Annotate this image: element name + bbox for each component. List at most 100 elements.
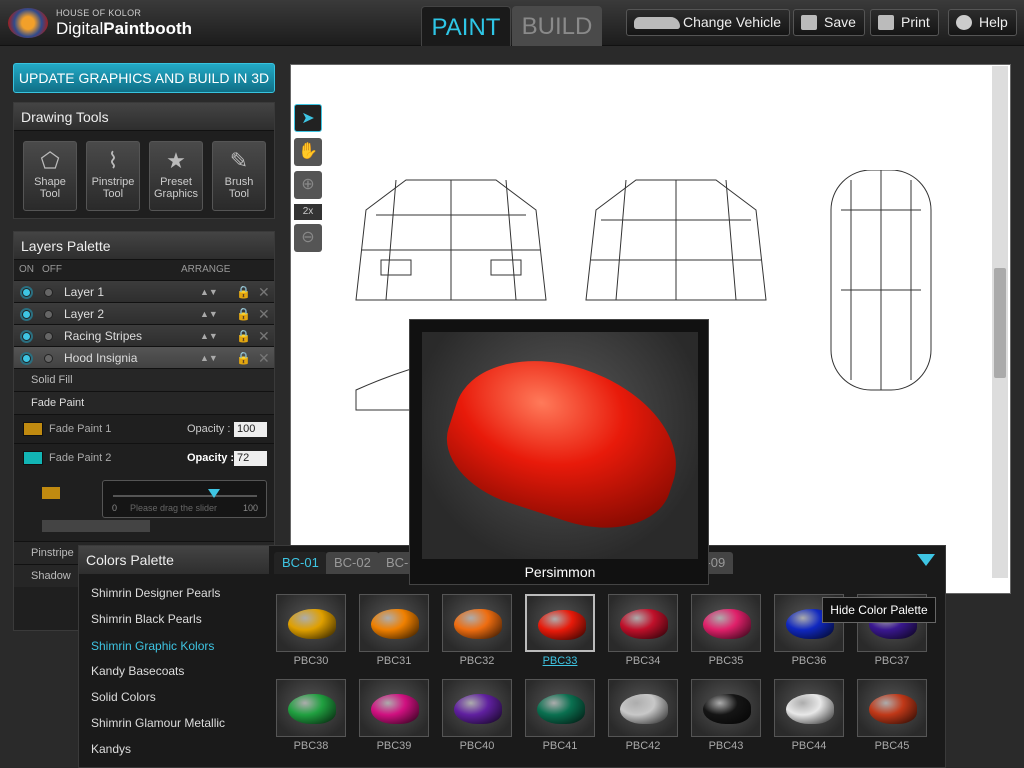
layer-on-radio[interactable] — [22, 288, 31, 297]
star-icon: ★ — [166, 148, 186, 173]
slider-handle[interactable] — [208, 489, 220, 498]
color-swatch[interactable] — [608, 679, 678, 737]
update-graphics-button[interactable]: UPDATE GRAPHICS AND BUILD IN 3D — [13, 63, 275, 93]
fade-paint-1-row[interactable]: Fade Paint 1 Opacity : 100 — [14, 414, 274, 443]
paint-sample-shape — [288, 609, 336, 639]
paint-sample-shape — [620, 609, 668, 639]
layer-off-radio[interactable] — [44, 288, 53, 297]
lock-icon[interactable]: 🔒 — [236, 347, 251, 369]
opacity-input[interactable]: 100 — [234, 422, 267, 437]
car-icon — [634, 17, 680, 29]
color-swatch[interactable] — [442, 679, 512, 737]
layer-row[interactable]: Racing Stripes ▲▼ 🔒 ✕ — [14, 324, 274, 346]
lock-icon[interactable]: 🔒 — [236, 303, 251, 325]
drawing-tools-panel: Drawing Tools ⬠ Shape Tool ⌇ Pinstripe Tool … — [13, 102, 275, 219]
scrollbar-thumb[interactable] — [994, 268, 1006, 378]
preset-graphics-button[interactable]: ★ Preset Graphics — [149, 141, 203, 211]
colors-palette-title: Colors Palette — [79, 546, 269, 574]
save-button[interactable]: Save — [793, 9, 865, 36]
layer-row[interactable]: Layer 1 ▲▼ 🔒 ✕ — [14, 280, 274, 302]
color-swatch[interactable] — [359, 594, 429, 652]
fade-1-swatch[interactable] — [23, 422, 43, 436]
emblem-icon — [8, 8, 48, 38]
color-preview-popup: Persimmon — [409, 319, 709, 585]
arrange-icon[interactable]: ▲▼ — [200, 325, 218, 347]
print-button[interactable]: Print — [870, 9, 939, 36]
category-item[interactable]: Shimrin Black Pearls — [91, 612, 202, 626]
color-swatch[interactable] — [525, 679, 595, 737]
zoom-in-icon: ⊕ — [301, 176, 315, 193]
category-item-selected[interactable]: Shimrin Graphic Kolors — [91, 639, 214, 653]
color-swatch[interactable] — [608, 594, 678, 652]
help-button[interactable]: Help — [948, 9, 1017, 36]
arrange-icon[interactable]: ▲▼ — [200, 303, 218, 325]
layer-row[interactable]: Layer 2 ▲▼ 🔒 ✕ — [14, 302, 274, 324]
color-swatch-label: PBC37 — [874, 655, 910, 667]
category-item[interactable]: Shimrin Designer Pearls — [91, 586, 220, 600]
pinstripe-tool-button[interactable]: ⌇ Pinstripe Tool — [86, 141, 140, 211]
layer-on-radio[interactable] — [22, 354, 31, 363]
layers-title: Layers Palette — [14, 232, 274, 260]
arrange-icon[interactable]: ▲▼ — [200, 281, 218, 303]
color-swatch-label: PBC33 — [542, 655, 578, 667]
change-vehicle-button[interactable]: Change Vehicle — [626, 9, 791, 36]
paint-sample-shape — [703, 609, 751, 639]
color-swatch[interactable] — [857, 679, 927, 737]
lock-icon[interactable]: 🔒 — [236, 281, 251, 303]
gradient-stop[interactable] — [42, 487, 60, 499]
color-swatch-label: PBC31 — [376, 655, 412, 667]
color-swatch[interactable] — [442, 594, 512, 652]
zoom-out-button[interactable]: ⊖ — [294, 224, 322, 252]
color-swatch[interactable] — [525, 594, 595, 652]
tab-paint[interactable]: PAINT — [421, 6, 511, 46]
lock-icon[interactable]: 🔒 — [236, 325, 251, 347]
color-swatch[interactable] — [359, 679, 429, 737]
fade-2-swatch[interactable] — [23, 451, 43, 465]
drawing-tools-title: Drawing Tools — [14, 103, 274, 131]
fade-paint-2-row[interactable]: Fade Paint 2 Opacity : 72 — [14, 443, 274, 472]
preview-color-name: Persimmon — [524, 564, 596, 580]
paint-sample-shape — [288, 694, 336, 724]
color-swatch[interactable] — [276, 594, 346, 652]
tab-build[interactable]: BUILD — [512, 6, 602, 46]
arrange-icon[interactable]: ▲▼ — [200, 347, 218, 369]
layer-off-radio[interactable] — [44, 310, 53, 319]
layer-on-radio[interactable] — [22, 332, 31, 341]
color-swatch[interactable] — [691, 679, 761, 737]
close-icon[interactable]: ✕ — [258, 325, 270, 347]
hide-palette-icon[interactable] — [917, 554, 935, 566]
layer-row-selected[interactable]: Hood Insignia ▲▼ 🔒 ✕ — [14, 346, 274, 368]
pan-tool-button[interactable]: ✋ — [294, 138, 322, 166]
category-item[interactable]: Kandy Basecoats — [91, 664, 184, 678]
zoom-out-icon: ⊖ — [301, 229, 315, 246]
zoom-in-button[interactable]: ⊕ — [294, 171, 322, 199]
fade-paint-row[interactable]: Fade Paint — [14, 391, 274, 414]
layer-off-radio[interactable] — [44, 354, 53, 363]
close-icon[interactable]: ✕ — [258, 347, 270, 369]
tab-bc-02[interactable]: BC-02 — [326, 552, 379, 574]
opacity-input[interactable]: 72 — [234, 451, 267, 466]
paint-sample-shape — [371, 609, 419, 639]
close-icon[interactable]: ✕ — [258, 303, 270, 325]
color-swatch-label: PBC39 — [376, 740, 412, 752]
color-swatch[interactable] — [774, 679, 844, 737]
gradient-bar — [42, 520, 150, 532]
tab-bc-01[interactable]: BC-01 — [274, 552, 327, 574]
brush-icon: ✎ — [229, 148, 249, 173]
select-tool-button[interactable]: ➤ — [294, 104, 322, 132]
category-item[interactable]: Solid Colors — [91, 690, 156, 704]
brush-tool-button[interactable]: ✎ Brush Tool — [212, 141, 266, 211]
close-icon[interactable]: ✕ — [258, 281, 270, 303]
color-swatch[interactable] — [276, 679, 346, 737]
category-item[interactable]: Kandys — [91, 742, 131, 756]
layer-on-radio[interactable] — [22, 310, 31, 319]
app-logo: HOUSE OF KOLOR DigitalPaintbooth — [8, 6, 208, 40]
category-item[interactable]: Shimrin Glamour Metallic — [91, 716, 225, 730]
color-swatch[interactable] — [691, 594, 761, 652]
color-swatch-label: PBC42 — [625, 740, 661, 752]
opacity-slider[interactable]: 0 Please drag the slider 100 — [102, 480, 267, 518]
shape-tool-button[interactable]: ⬠ Shape Tool — [23, 141, 77, 211]
paint-sample-shape — [454, 609, 502, 639]
solid-fill-row[interactable]: Solid Fill — [14, 368, 274, 391]
layer-off-radio[interactable] — [44, 332, 53, 341]
